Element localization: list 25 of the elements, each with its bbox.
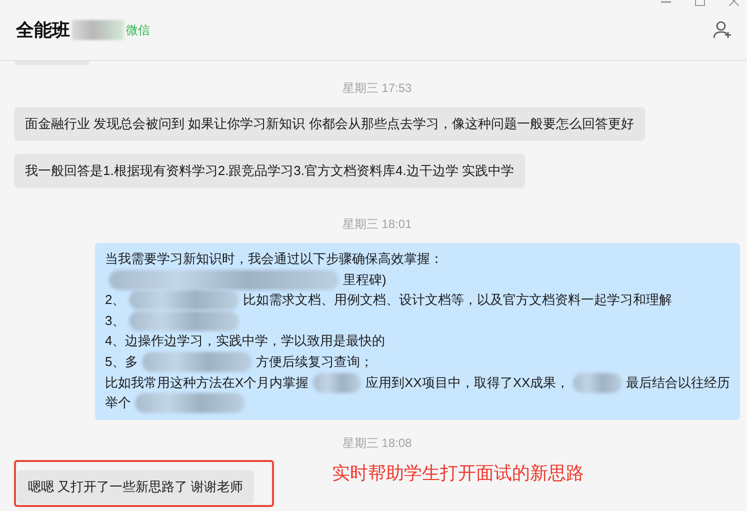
timestamp: 星期三 17:53 — [342, 81, 412, 95]
blurred-text — [573, 372, 622, 393]
message-text: 当我需要学习新知识时，我会通过以下步骤确保高效掌握： — [105, 250, 443, 268]
chat-title: 全能班 — [16, 19, 70, 42]
message-text: 4、边操作边学习，实践中学，学以致用是最快的 — [105, 332, 386, 350]
add-member-icon[interactable] — [713, 20, 733, 40]
message-text: 应用到XX项目中，取得了XX成果， — [365, 374, 570, 392]
source-label: 微信 — [126, 22, 150, 38]
message-text: 2、 — [105, 291, 126, 310]
blurred-text — [72, 20, 124, 40]
annotation-text: 实时帮助学生打开面试的新思路 — [332, 462, 584, 485]
timestamp: 星期三 18:08 — [342, 436, 412, 450]
message-bubble: 嗯嗯 又打开了一些新思路了 谢谢老师 — [17, 470, 254, 504]
message-text: 最后结合以往经历 — [626, 374, 730, 392]
message-text: 里程碑) — [343, 270, 386, 289]
message-text: 3、 — [105, 312, 126, 330]
message-text: 举个 — [105, 394, 131, 412]
message-text: 方便后续复习查询； — [256, 352, 374, 371]
timestamp: 星期三 18:01 — [342, 217, 412, 231]
message-text: 5、多 — [105, 352, 138, 371]
message-text: 比如我常用这种方法在X个月内掌握 — [105, 374, 309, 392]
message-bubble: 我一般回答是1.根据现有资料学习2.跟竞品学习3.官方文档资料库4.边干边学 实践中学 — [14, 154, 525, 188]
message-text: 比如需求文档、用例文档、设计文档等，以及官方文档资料一起学习和理解 — [243, 291, 672, 310]
message-bubble: 面金融行业 发现总会被问到 如果让你学习新知识 你都会从那些点去学习，像这种问题一般要怎么回答更好 — [14, 107, 645, 141]
blurred-text — [312, 372, 362, 393]
